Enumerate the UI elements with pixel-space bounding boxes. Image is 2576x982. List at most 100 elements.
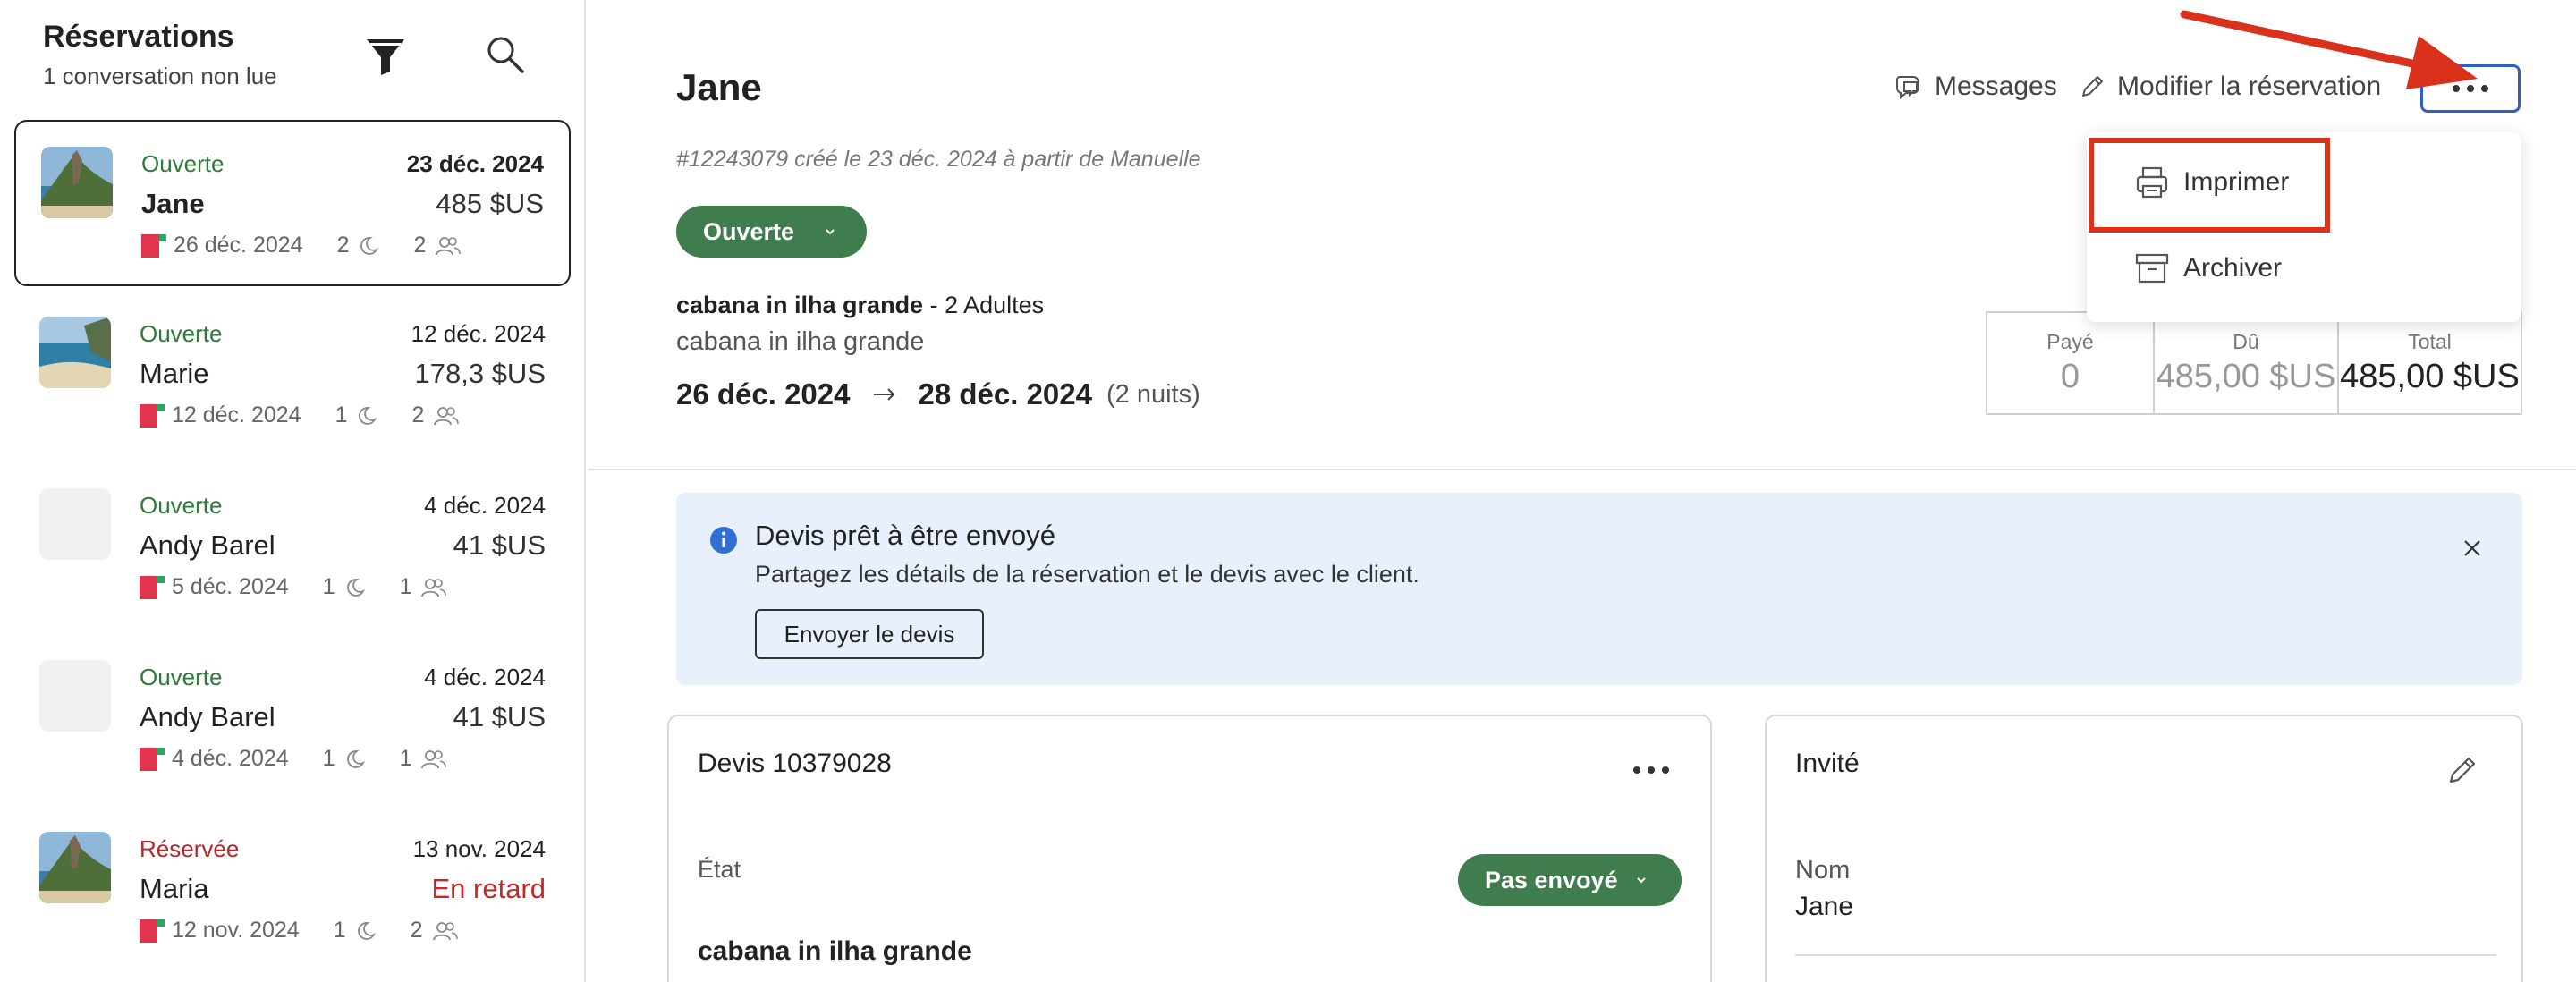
people-icon [434,406,460,425]
field-divider [1795,954,2496,956]
calendar-icon [140,575,165,599]
reservation-amount: 485 $US [436,188,544,219]
due-amount: 485,00 $US [2156,358,2336,395]
reservation-meta: 12 déc. 2024 1 2 [140,402,460,428]
banner-title: Devis prêt à être envoyé [755,520,1056,551]
moon-icon [346,749,365,768]
messages-label: Messages [1935,72,2057,101]
nights-count: 1 [322,746,335,771]
guest-card-title: Invité [1795,749,1860,778]
due-column: Dû 485,00 $US [2153,313,2337,413]
reservation-card[interactable]: Ouverte 12 déc. 2024 Marie 178,3 $US 12 … [14,292,571,458]
guest-name: Andy Barel [140,529,275,561]
close-icon[interactable] [2458,534,2487,563]
sidebar-title: Réservations [43,20,234,54]
reservation-date: 4 déc. 2024 [424,664,546,690]
guests-count: 2 [410,918,423,943]
listing-summary: cabana in ilha grande - 2 Adultes [676,292,1044,319]
reservations-sidebar: Réservations 1 conversation non lue Ouve… [0,0,586,982]
overdue-label: En retard [431,873,546,904]
nights-count: 1 [333,918,346,943]
people-icon [436,236,462,255]
reservation-created-info: #12243079 créé le 23 déc. 2024 à partir … [676,147,1201,172]
edit-reservation-button[interactable]: Modifier la réservation [2078,72,2381,102]
guests-count: 1 [399,574,412,599]
total-label: Total [2408,330,2452,353]
reservation-card[interactable]: Ouverte 23 déc. 2024 Jane 485 $US 26 déc… [14,120,571,286]
reservation-date: 12 déc. 2024 [411,320,546,347]
reservation-meta: 5 déc. 2024 1 1 [140,574,447,600]
checkin-date: 26 déc. 2024 [676,377,851,411]
guest-count: - 2 Adultes [923,292,1045,318]
nights-count: 1 [322,574,335,599]
calendar-icon [140,919,165,943]
reservation-status: Ouverte [140,664,223,690]
moon-icon [360,236,379,255]
pencil-icon[interactable] [2445,752,2480,788]
paid-label: Payé [2046,330,2094,353]
more-options-menu: Imprimer Archiver [2087,132,2521,322]
quote-card: Devis 10379028 État Pas envoyé cabana in… [667,715,1712,982]
page-title: Jane [676,66,762,108]
reservation-meta: 12 nov. 2024 1 2 [140,918,459,944]
guests-count: 2 [413,233,427,258]
checkin-date: 4 déc. 2024 [172,746,289,771]
reservation-status: Ouverte [140,492,223,519]
printer-icon [2136,166,2168,199]
menu-item-archive[interactable]: Archiver [2087,225,2521,311]
more-options-button[interactable] [2420,64,2521,113]
unread-count: 1 conversation non lue [43,63,277,89]
reservation-amount: 41 $US [453,529,546,561]
arrow-right-icon [873,388,894,401]
chat-icon [1895,76,1919,100]
listing-name: cabana in ilha grande [676,292,924,318]
reservation-meta: 26 déc. 2024 2 2 [141,233,462,258]
moon-icon [346,578,365,597]
guest-name-value: Jane [1795,892,1854,921]
ellipsis-icon [1633,766,1640,774]
archive-icon [2135,253,2169,284]
send-quote-button[interactable]: Envoyer le devis [755,609,984,659]
listing-thumbnail [41,147,113,218]
nights-count: 2 [336,233,350,258]
reservation-card[interactable]: Ouverte 4 déc. 2024 Andy Barel 41 $US 4 … [14,635,571,801]
calendar-icon [140,747,165,771]
quote-state-label: État [698,856,741,883]
guest-name: Marie [140,358,209,389]
checkout-date: 28 déc. 2024 [918,377,1093,411]
stay-dates: 26 déc. 2024 28 déc. 2024 (2 nuits) [676,377,1200,411]
reservation-status: Ouverte [140,320,223,347]
quote-state-dropdown[interactable]: Pas envoyé [1458,854,1682,906]
calendar-icon [140,403,165,428]
total-column: Total 485,00 $US [2337,313,2521,413]
reservation-card[interactable]: Ouverte 4 déc. 2024 Andy Barel 41 $US 5 … [14,463,571,630]
checkin-date: 12 déc. 2024 [172,402,301,428]
ellipsis-icon [2453,85,2460,92]
menu-item-label: Archiver [2183,253,2283,283]
nights-count: (2 nuits) [1106,379,1200,409]
filter-icon[interactable] [363,34,408,79]
quote-options-button[interactable] [1633,766,1669,774]
listing-thumbnail [39,660,111,732]
people-icon [432,921,458,940]
moon-icon [359,406,377,425]
chevron-down-icon [1637,877,1646,884]
total-amount: 485,00 $US [2340,358,2520,395]
reservation-card[interactable]: Réservée 13 nov. 2024 Maria En retard 12… [14,807,571,973]
quote-ready-banner: Devis prêt à être envoyé Partagez les dé… [676,493,2522,685]
reservation-status-dropdown[interactable]: Ouverte [676,206,867,258]
guest-card: Invité Nom Jane [1765,715,2523,982]
menu-item-label: Imprimer [2183,167,2290,197]
checkin-date: 5 déc. 2024 [172,574,289,599]
reservation-amount: 41 $US [453,701,546,732]
paid-amount: 0 [2060,358,2080,395]
guests-count: 2 [411,402,425,428]
reservation-status: Ouverte [141,150,225,177]
info-icon [710,527,737,554]
reservation-amount: 178,3 $US [414,358,547,389]
guest-name-label: Nom [1795,856,1851,885]
search-icon[interactable] [483,32,528,77]
due-label: Dû [2233,330,2259,353]
menu-item-print[interactable]: Imprimer [2087,140,2521,225]
messages-button[interactable]: Messages [1894,72,2057,102]
